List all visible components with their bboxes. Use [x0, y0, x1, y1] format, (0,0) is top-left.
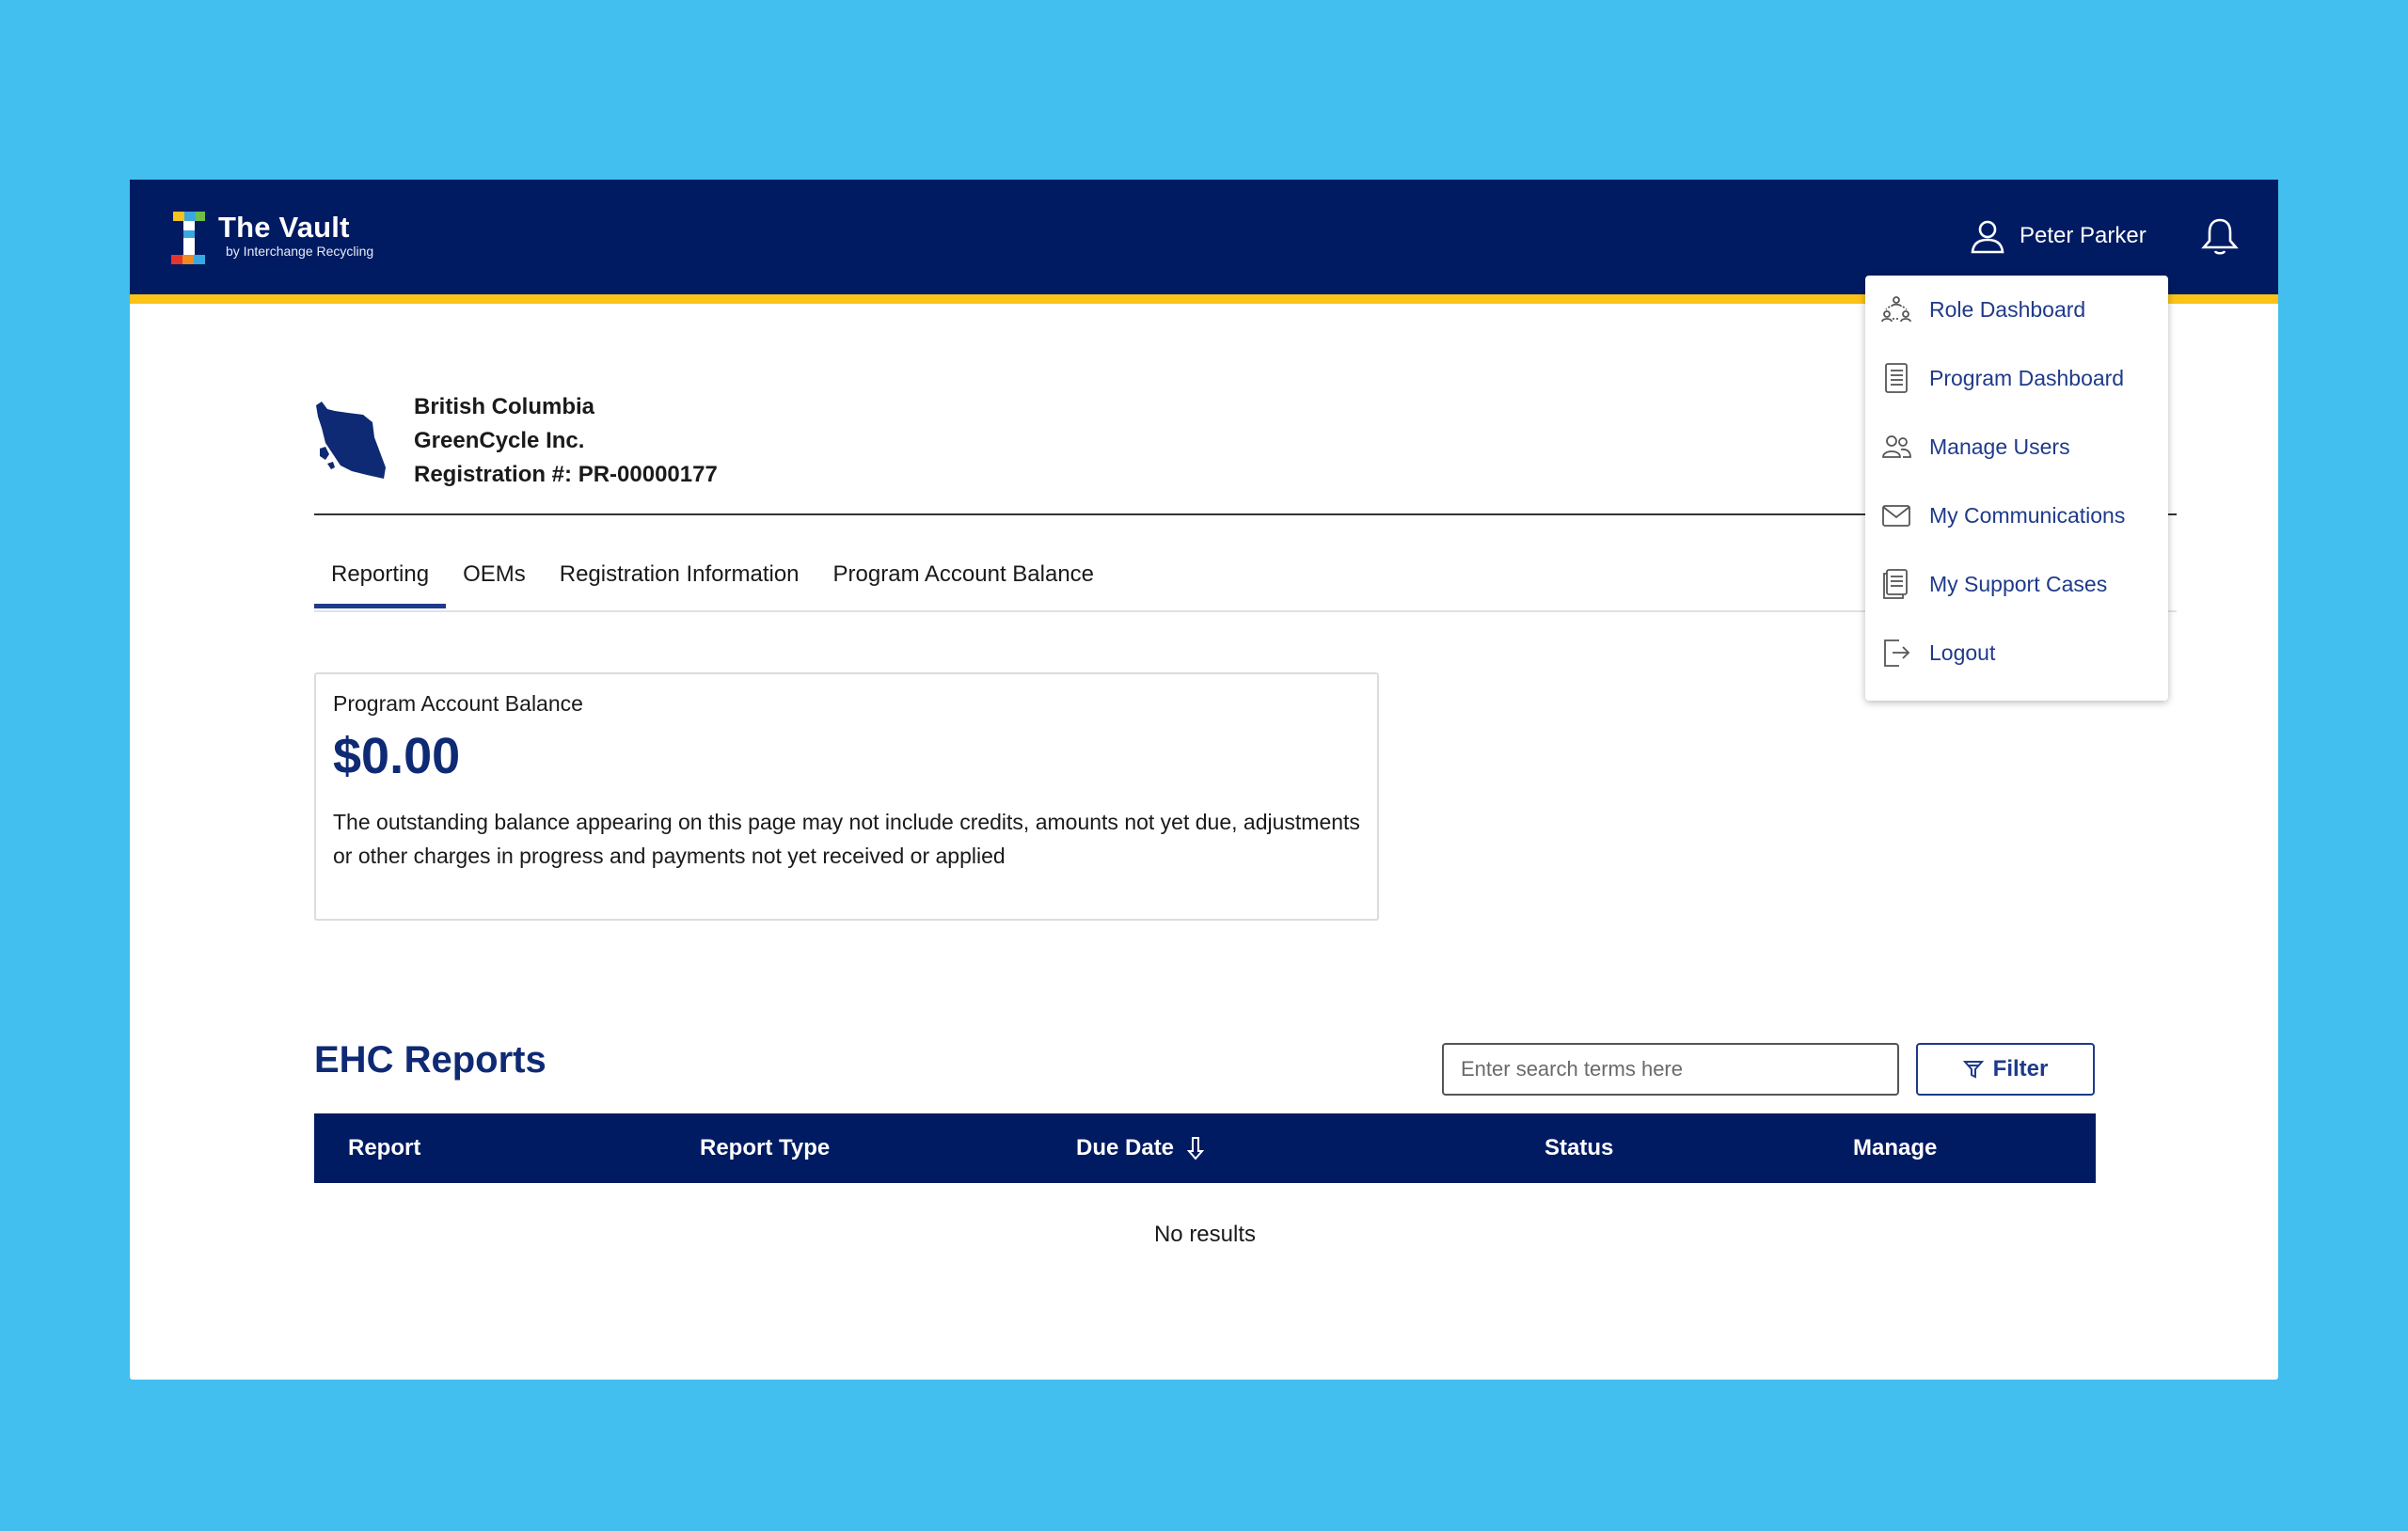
- balance-label: Program Account Balance: [333, 691, 583, 716]
- tab-oems[interactable]: OEMs: [446, 548, 543, 608]
- menu-item-label: Manage Users: [1929, 434, 2070, 459]
- program-account-balance-card: Program Account Balance $0.00 The outsta…: [314, 672, 1379, 921]
- logout-icon: [1884, 639, 1910, 667]
- menu-item-label: Role Dashboard: [1929, 296, 2086, 322]
- app-subtitle: by Interchange Recycling: [226, 244, 374, 259]
- tab-registration-information[interactable]: Registration Information: [543, 548, 816, 608]
- menu-item-manage-users[interactable]: Manage Users: [1865, 418, 2168, 475]
- company-name: GreenCycle Inc.: [414, 428, 585, 453]
- envelope-icon: [1882, 505, 1910, 527]
- filter-button[interactable]: Filter: [1916, 1043, 2095, 1096]
- column-header-report-type[interactable]: Report Type: [700, 1113, 830, 1183]
- report-search-input[interactable]: [1442, 1043, 1899, 1096]
- program-header: British Columbia GreenCycle Inc. Registr…: [314, 390, 718, 492]
- app-window: The Vault by Interchange Recycling Peter…: [130, 180, 2278, 1380]
- menu-item-logout[interactable]: Logout: [1865, 624, 2168, 681]
- province-name: British Columbia: [414, 394, 595, 419]
- column-header-status[interactable]: Status: [1545, 1113, 1613, 1183]
- reports-table-header: Report Report Type Due Date Status Manag…: [314, 1113, 2096, 1183]
- filter-icon: [1962, 1061, 1984, 1079]
- menu-item-program-dashboard[interactable]: Program Dashboard: [1865, 350, 2168, 406]
- support-cases-icon: [1883, 569, 1908, 599]
- registration-number: Registration #: PR-00000177: [414, 462, 718, 487]
- user-menu-toggle[interactable]: Peter Parker: [1969, 213, 2147, 259]
- balance-disclaimer: The outstanding balance appearing on thi…: [333, 810, 1360, 868]
- role-dashboard-icon: [1881, 296, 1911, 323]
- sort-descending-icon: [1187, 1137, 1205, 1160]
- column-header-due-date[interactable]: Due Date: [1076, 1113, 1205, 1183]
- balance-amount: $0.00: [333, 728, 461, 784]
- vault-logo-icon: [171, 212, 205, 264]
- ehc-reports-title: EHC Reports: [314, 1039, 547, 1081]
- filter-button-label: Filter: [1992, 1056, 2049, 1081]
- table-empty-message: No results: [1153, 1222, 1257, 1247]
- app-title: The Vault: [218, 211, 350, 244]
- menu-item-my-support-cases[interactable]: My Support Cases: [1865, 556, 2168, 612]
- user-dropdown-menu: Role Dashboard Program Dashboard Manage …: [1865, 276, 2168, 701]
- menu-item-my-communications[interactable]: My Communications: [1865, 487, 2168, 544]
- menu-item-label: My Communications: [1929, 502, 2126, 528]
- tab-reporting[interactable]: Reporting: [314, 548, 447, 608]
- menu-item-label: Program Dashboard: [1929, 365, 2125, 390]
- column-header-manage[interactable]: Manage: [1853, 1113, 1937, 1183]
- user-name: Peter Parker: [2020, 223, 2147, 248]
- menu-item-role-dashboard[interactable]: Role Dashboard: [1865, 281, 2168, 338]
- vault-logo[interactable]: The Vault by Interchange Recycling: [171, 212, 373, 268]
- menu-item-label: Logout: [1929, 639, 1996, 665]
- user-icon: [1971, 220, 2004, 254]
- column-header-report[interactable]: Report: [348, 1113, 420, 1183]
- due-date-label: Due Date: [1076, 1135, 1175, 1160]
- list-document-icon: [1885, 363, 1908, 393]
- menu-item-label: My Support Cases: [1929, 571, 2108, 596]
- british-columbia-map-icon: [316, 402, 386, 479]
- users-icon: [1882, 435, 1911, 458]
- tab-program-account-balance[interactable]: Program Account Balance: [816, 548, 1112, 608]
- notifications-bell-icon[interactable]: [2199, 215, 2241, 257]
